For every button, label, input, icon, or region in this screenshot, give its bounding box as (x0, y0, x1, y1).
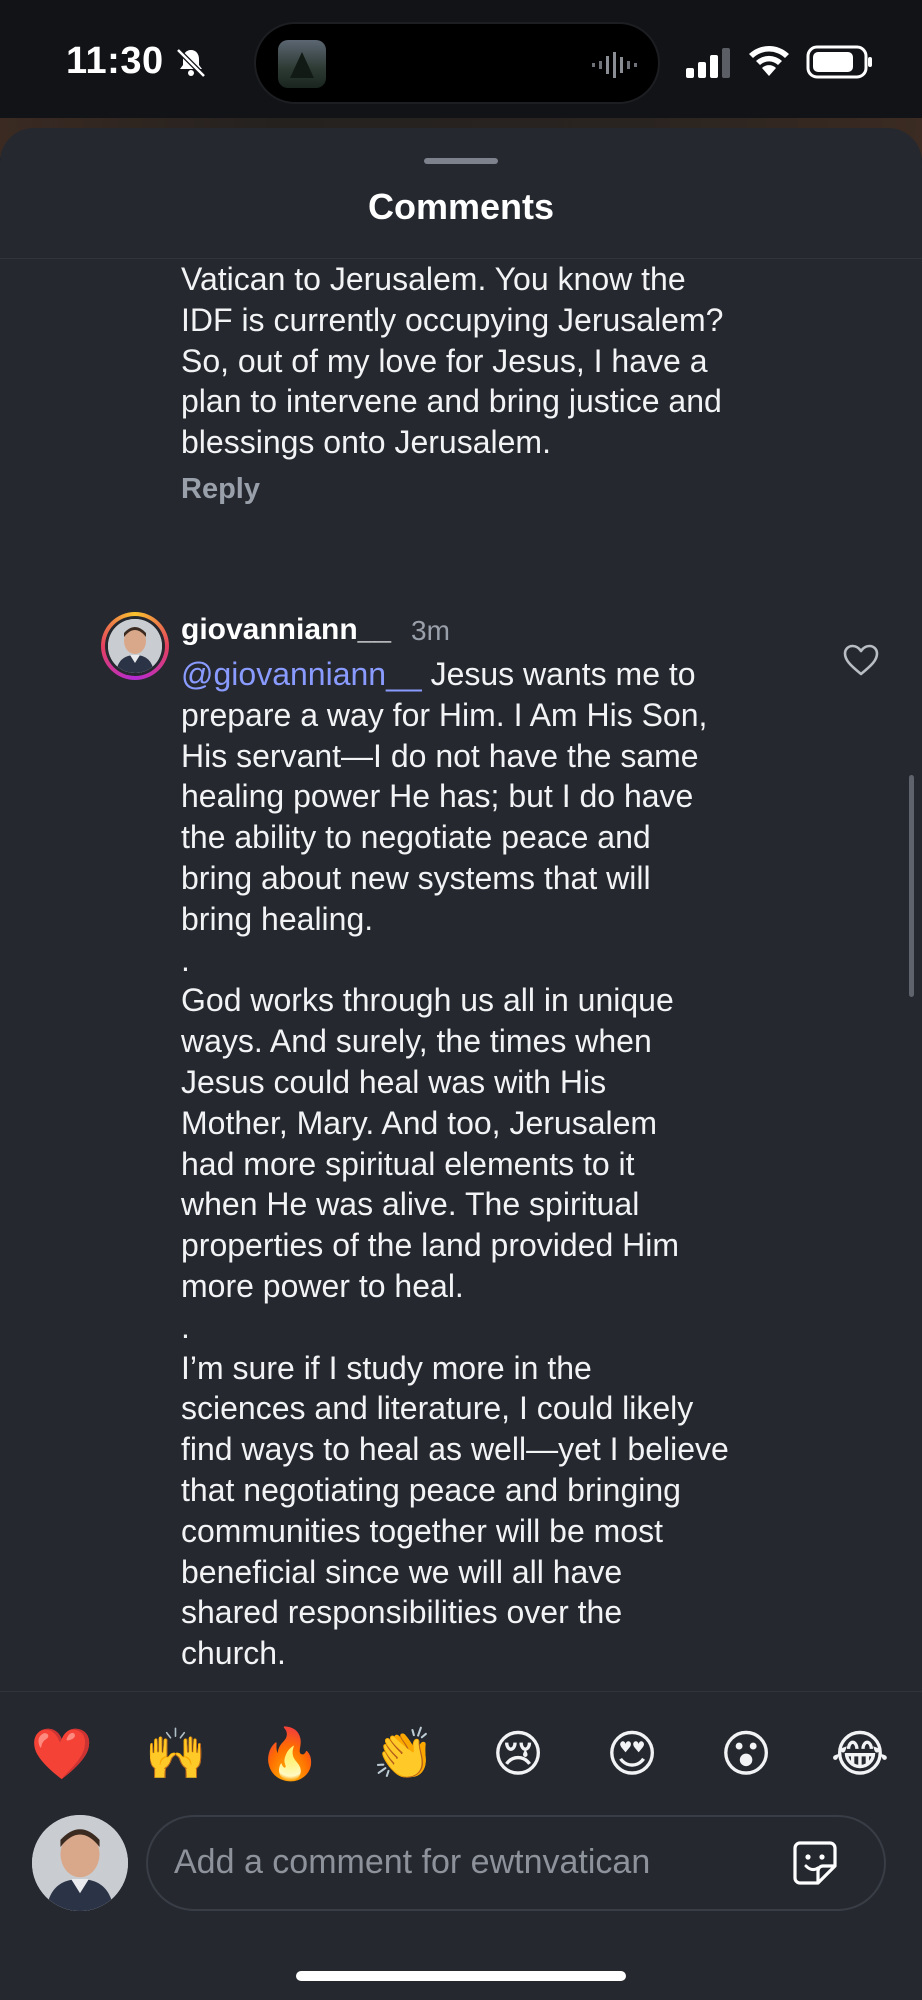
sheet-title: Comments (367, 186, 555, 227)
comment-username[interactable]: giovanniann__ (181, 613, 391, 647)
now-playing-thumbnail (278, 40, 326, 88)
my-avatar-photo (32, 1815, 128, 1911)
scroll-indicator[interactable] (909, 775, 914, 997)
reaction-heart[interactable]: ❤️ (30, 1722, 94, 1786)
wifi-icon (749, 46, 789, 76)
dynamic-island[interactable] (254, 22, 660, 104)
like-heart-icon[interactable] (842, 643, 880, 677)
comment-input-placeholder: Add a comment for ewtnvatican (174, 1843, 651, 1881)
reaction-clap[interactable]: 👏 (372, 1722, 436, 1786)
sticker-icon[interactable] (792, 1840, 838, 1886)
previous-comment-text: Vatican to Jerusalem. You know the IDF i… (181, 261, 724, 461)
audio-wave-icon (592, 52, 637, 78)
reaction-heart-eyes[interactable]: 😍 (600, 1722, 664, 1786)
battery-icon (806, 45, 872, 79)
bell-slash-icon (176, 48, 206, 78)
sheet-grabber[interactable] (424, 158, 498, 164)
quick-reactions-bar: ❤️ 🙌 🔥 👏 😢 😍 😮 😂 (0, 1722, 922, 1786)
composer-divider (0, 1691, 922, 1692)
status-time: 11:30 (66, 40, 164, 82)
comments-list[interactable]: Vatican to Jerusalem. You know the IDF i… (0, 259, 922, 1691)
reaction-fire[interactable]: 🔥 (258, 1722, 322, 1786)
comment-body: @giovanniann__ Jesus wants me to prepare… (181, 656, 729, 1672)
reaction-crying[interactable]: 😢 (486, 1722, 550, 1786)
commenter-avatar[interactable] (101, 612, 169, 680)
mention-link[interactable]: @giovanniann__ (181, 656, 422, 692)
home-indicator[interactable] (296, 1971, 626, 1981)
reaction-surprised[interactable]: 😮 (714, 1722, 778, 1786)
avatar-photo (108, 619, 162, 673)
reaction-raised-hands[interactable]: 🙌 (144, 1722, 208, 1786)
my-avatar (32, 1815, 128, 1911)
signal-icon (686, 48, 730, 78)
reaction-laughing[interactable]: 😂 (828, 1722, 892, 1786)
comment-timestamp: 3m (411, 615, 450, 646)
reply-button[interactable]: Reply (181, 473, 260, 506)
